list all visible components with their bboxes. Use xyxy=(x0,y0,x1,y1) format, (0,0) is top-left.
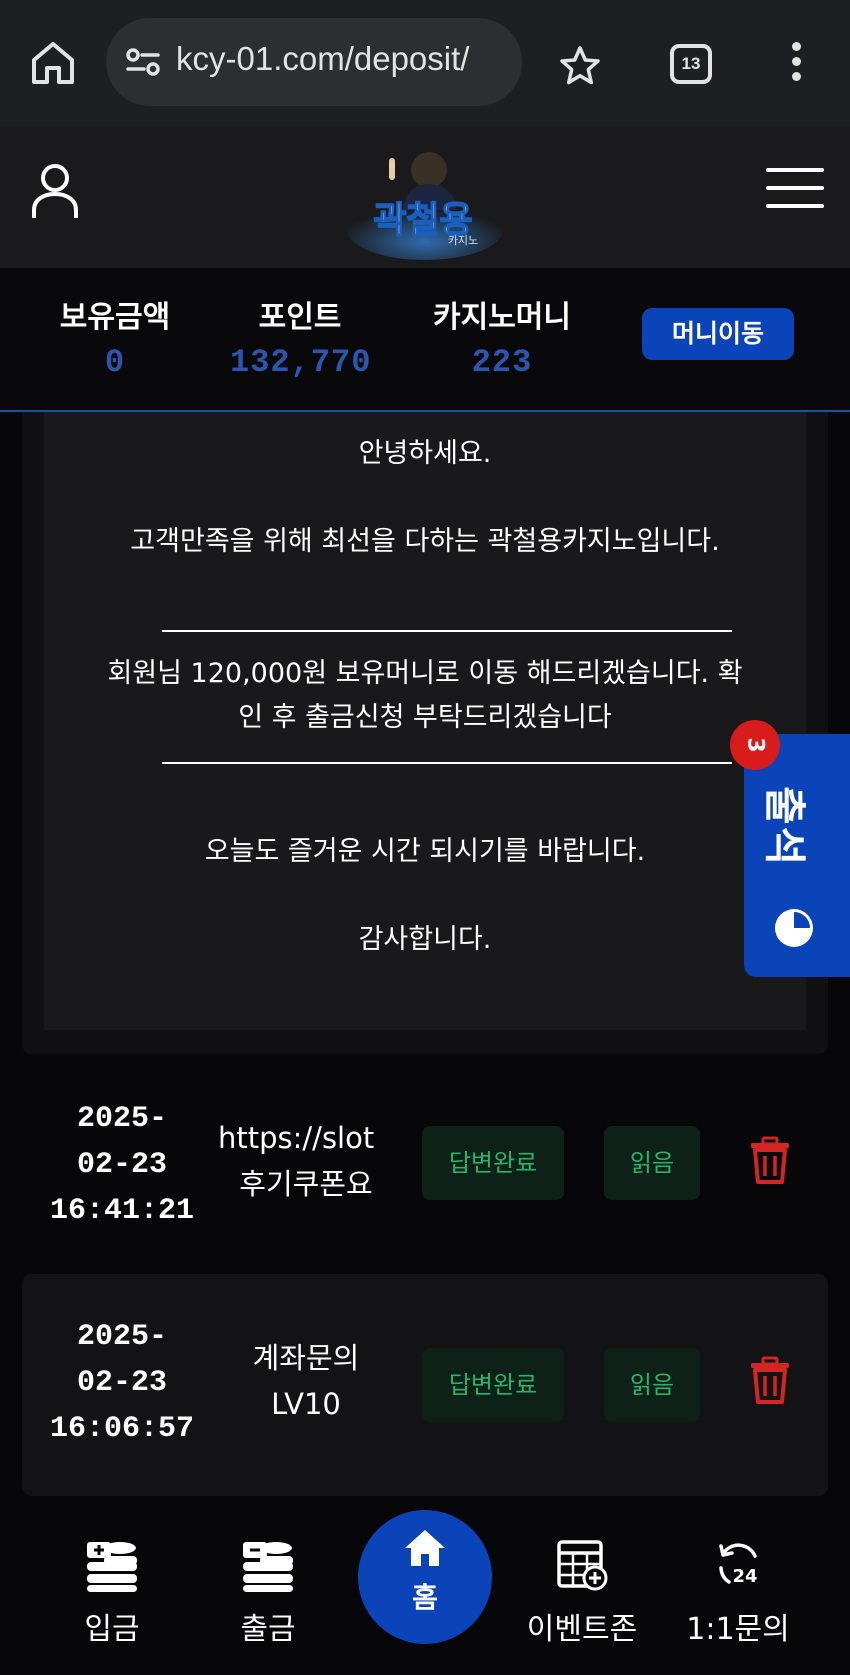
nav-inquiry[interactable]: 24 1:1문의 xyxy=(668,1538,808,1648)
nav-home[interactable]: 홈 xyxy=(358,1510,492,1644)
balance-bar: 보유금액 0 포인트 132,770 카지노머니 223 머니이동 xyxy=(0,268,850,412)
trash-icon[interactable] xyxy=(748,1356,792,1404)
point-balance: 포인트 132,770 xyxy=(230,292,370,381)
money-move-button[interactable]: 머니이동 xyxy=(642,308,794,360)
inquiry-time: 16:41:21 xyxy=(49,1194,195,1228)
hamburger-menu-icon[interactable] xyxy=(766,168,824,212)
bookmark-star-icon[interactable] xyxy=(558,44,602,88)
trash-icon[interactable] xyxy=(748,1136,792,1184)
user-icon[interactable] xyxy=(30,160,80,220)
reply-intro: 고객만족을 위해 최선을 다하는 곽철용카지노입니다. xyxy=(130,526,720,557)
holding-label: 보유금액 xyxy=(59,300,171,335)
divider xyxy=(162,630,732,632)
inquiry-date: 02-23 xyxy=(76,1366,167,1400)
inquiry-title[interactable]: https://slot xyxy=(218,1116,394,1160)
home-icon xyxy=(405,1530,445,1566)
inquiry-title[interactable]: 계좌문의 xyxy=(218,1336,394,1380)
table-row[interactable]: 2025- 02-23 16:06:57 계좌문의 LV10 답변완료 읽음 xyxy=(22,1274,828,1496)
attendance-side-tab[interactable]: 출석 xyxy=(744,734,850,977)
reply-closing: 오늘도 즐거운 시간 되시기를 바랍니다. xyxy=(204,836,646,867)
table-row[interactable]: 2025- 02-23 16:41:21 https://slot 후기쿠폰요 … xyxy=(22,1066,828,1288)
nav-inquiry-label: 1:1문의 xyxy=(686,1612,790,1647)
support-24-icon: 24 xyxy=(719,1543,758,1587)
nav-home-label: 홈 xyxy=(412,1581,438,1614)
inquiry-reply-panel: 안녕하세요. 고객만족을 위해 최선을 다하는 곽철용카지노입니다. 회원님 1… xyxy=(22,412,828,1054)
withdraw-coins-icon xyxy=(243,1542,293,1592)
svg-text:카지노: 카지노 xyxy=(448,234,478,247)
clock-icon xyxy=(775,909,813,947)
inquiry-time: 16:06:57 xyxy=(49,1412,195,1446)
inquiry-title[interactable]: 후기쿠폰요 xyxy=(218,1162,394,1206)
nav-deposit-label: 입금 xyxy=(84,1612,140,1647)
reply-body-line2: 인 후 출금신청 부탁드리겠습니다 xyxy=(238,702,612,733)
casino-label: 카지노머니 xyxy=(433,300,571,335)
browser-toolbar: kcy-01.com/deposit/ 13 xyxy=(0,0,850,126)
more-menu-icon[interactable] xyxy=(784,42,808,84)
reply-greeting: 안녕하세요. xyxy=(358,438,492,469)
reply-thanks: 감사합니다. xyxy=(358,924,492,955)
casino-value: 223 xyxy=(471,344,533,381)
reply-message: 안녕하세요. 고객만족을 위해 최선을 다하는 곽철용카지노입니다. 회원님 1… xyxy=(44,412,806,1030)
site-settings-icon[interactable] xyxy=(124,46,162,78)
inquiry-title[interactable]: LV10 xyxy=(218,1382,394,1426)
casino-logo[interactable]: 곽철용 카지노 xyxy=(345,140,505,260)
inquiry-date: 2025- xyxy=(76,1320,167,1354)
nav-withdraw[interactable]: 출금 xyxy=(198,1538,338,1648)
event-calendar-icon xyxy=(557,1540,608,1591)
status-badge: 답변완료 xyxy=(422,1348,564,1422)
nav-withdraw-label: 출금 xyxy=(240,1612,296,1647)
holding-balance: 보유금액 0 xyxy=(50,292,180,381)
holding-value: 0 xyxy=(104,344,126,381)
deposit-coins-icon xyxy=(87,1542,137,1592)
home-icon[interactable] xyxy=(28,38,78,88)
nav-deposit[interactable]: 입금 xyxy=(42,1538,182,1648)
bottom-nav: 입금 출금 홈 이벤트존 24 1:1문의 xyxy=(0,1508,850,1675)
svg-text:24: 24 xyxy=(732,1566,757,1587)
casino-balance: 카지노머니 223 xyxy=(422,292,582,381)
attendance-label: 출석 xyxy=(760,786,809,868)
reply-body-line1: 회원님 120,000원 보유머니로 이동 해드리겠습니다. 확 xyxy=(107,658,743,689)
tab-switcher-button[interactable]: 13 xyxy=(670,44,712,84)
attendance-badge: 3 xyxy=(730,720,780,770)
inquiry-date: 02-23 xyxy=(76,1148,167,1182)
site-header: 곽철용 카지노 xyxy=(0,126,850,268)
point-value: 132,770 xyxy=(230,344,372,381)
address-bar[interactable]: kcy-01.com/deposit/ xyxy=(106,18,522,106)
read-badge: 읽음 xyxy=(604,1126,700,1200)
divider xyxy=(162,762,732,764)
nav-event-label: 이벤트존 xyxy=(526,1612,638,1647)
point-label: 포인트 xyxy=(258,300,342,335)
read-badge: 읽음 xyxy=(604,1348,700,1422)
nav-event[interactable]: 이벤트존 xyxy=(512,1538,652,1648)
url-text[interactable]: kcy-01.com/deposit/ xyxy=(176,40,469,78)
status-badge: 답변완료 xyxy=(422,1126,564,1200)
inquiry-date: 2025- xyxy=(76,1102,167,1136)
